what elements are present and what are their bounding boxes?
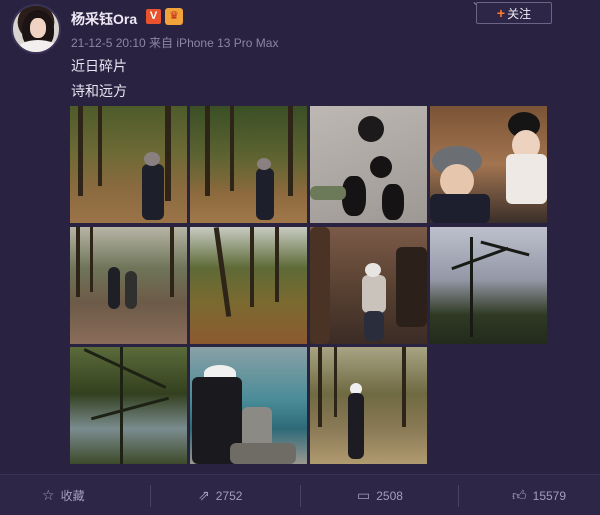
- comment-count: 2508: [376, 488, 403, 503]
- photo-8[interactable]: [430, 227, 547, 344]
- photo-9[interactable]: [70, 347, 187, 464]
- photo-6[interactable]: [190, 227, 307, 344]
- photo-7[interactable]: [310, 227, 427, 344]
- follow-button[interactable]: + 关注: [476, 2, 552, 24]
- photo-10[interactable]: [190, 347, 307, 464]
- favorite-button[interactable]: ☆ 收藏: [42, 475, 85, 515]
- follow-button-label: 关注: [507, 6, 532, 21]
- like-button[interactable]: 👍︎ 15579: [512, 475, 566, 515]
- post-text-line-2: 诗和远方: [71, 83, 127, 99]
- verified-badge-icon: V: [146, 9, 161, 24]
- star-icon: ☆: [42, 487, 55, 503]
- photo-1[interactable]: [70, 106, 187, 223]
- repost-button[interactable]: ⇗ 2752: [198, 475, 242, 515]
- comment-button[interactable]: ▭ 2508: [357, 475, 403, 515]
- repost-count: 2752: [215, 488, 243, 503]
- photo-3[interactable]: [310, 106, 427, 223]
- repost-icon: ⇗: [198, 487, 210, 503]
- photo-5[interactable]: [70, 227, 187, 344]
- comment-icon: ▭: [357, 487, 371, 503]
- favorite-label: 收藏: [60, 489, 85, 503]
- photo-2[interactable]: [190, 106, 307, 223]
- thumbs-up-icon: 👍︎: [512, 487, 527, 503]
- crown-badge-icon: ♛: [165, 8, 183, 25]
- avatar[interactable]: [11, 4, 61, 54]
- post-meta: 21-12-5 20:10 来自 iPhone 13 Pro Max: [71, 36, 279, 50]
- photo-4[interactable]: [430, 106, 547, 223]
- plus-icon: +: [496, 5, 506, 21]
- username[interactable]: 杨采钰Ora: [71, 9, 137, 29]
- photo-11[interactable]: [310, 347, 427, 464]
- like-count: 15579: [532, 488, 567, 503]
- action-bar: ☆ 收藏 ⇗ 2752 ▭ 2508 👍︎ 15579: [0, 474, 600, 515]
- post-text-line-1: 近日碎片: [71, 58, 127, 74]
